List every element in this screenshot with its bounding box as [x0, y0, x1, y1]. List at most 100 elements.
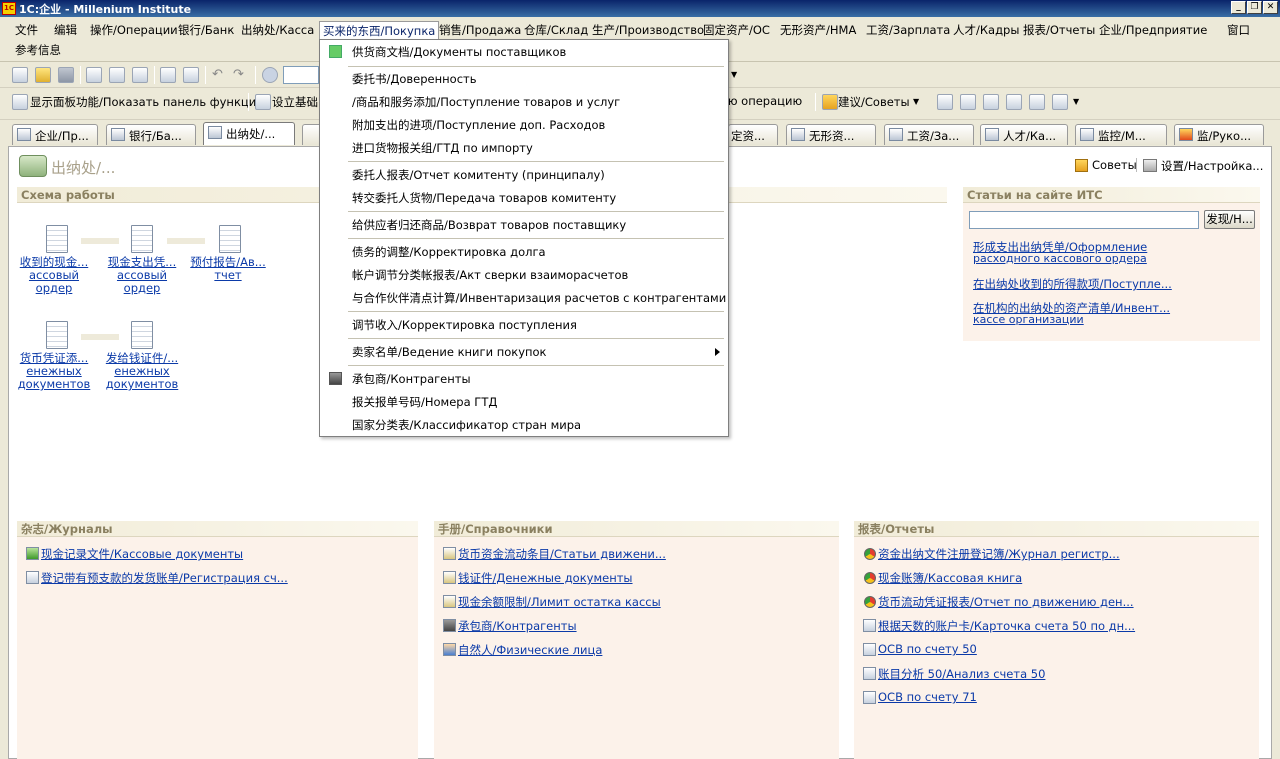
schema-cash-expense[interactable]: 现金支出凭... ассовый ордер	[99, 256, 185, 295]
menu-item-debt-correction[interactable]: 债务的调整/Корректировка долга	[320, 241, 728, 263]
menu-item-gtd-numbers[interactable]: 报关报单号码/Номера ГТД	[320, 391, 728, 413]
setup-button[interactable]: 设立基础	[272, 94, 318, 110]
report-cash-book[interactable]: 现金账簿/Кассовая книга	[878, 570, 1022, 586]
search-icon[interactable]	[262, 67, 278, 83]
menu-item-settlement-inventory[interactable]: 与合作伙伴清点计算/Инвентаризация расчетов с конт…	[320, 287, 728, 309]
tab-fixed-assets[interactable]: 定资...	[728, 124, 778, 145]
menu-window[interactable]: 窗口	[1224, 21, 1253, 39]
menu-purchase[interactable]: 买来的东西/Покупка	[319, 21, 440, 39]
title-bar: 1С 1С:企业 - Millenium Institute _ ❐ ✕	[0, 0, 1280, 17]
open-folder-icon[interactable]	[35, 67, 51, 83]
tab-intangible[interactable]: 无形资...	[786, 124, 876, 145]
cut-icon[interactable]	[86, 67, 102, 83]
minimize-icon[interactable]: _	[1231, 1, 1246, 14]
menu-reports[interactable]: 报表/Отчеты	[1020, 21, 1098, 39]
menu-sales[interactable]: 销售/Продажа	[436, 21, 524, 39]
menu-production[interactable]: 生产/Производство	[589, 21, 707, 39]
menu-item-return-to-supplier[interactable]: 给供应者归还商品/Возврат товаров поставщику	[320, 214, 728, 236]
undo-icon[interactable]: ↶	[212, 67, 228, 83]
menu-item-power-of-attorney[interactable]: 委托书/Доверенность	[320, 68, 728, 90]
restore-icon[interactable]: ❐	[1247, 1, 1262, 14]
schema-advance-report[interactable]: 预付报告/Ав... тчет	[185, 256, 271, 282]
user-settings-icon[interactable]	[1006, 94, 1022, 110]
ref-contractors[interactable]: 承包商/Контрагенты	[458, 618, 577, 634]
exchange-icon[interactable]	[1052, 94, 1068, 110]
advice-icon	[1075, 159, 1088, 172]
report-osv-50[interactable]: ОСВ по счету 50	[878, 642, 977, 656]
report-cash-journal[interactable]: 资金出纳文件注册登记簿/Журнал регистр...	[878, 546, 1120, 562]
menu-item-purchase-book[interactable]: 卖家名单/Ведение книги покупок	[320, 341, 728, 363]
report-account-card[interactable]: 根据天数的账户卡/Карточка счета 50 по дн...	[878, 618, 1135, 634]
chevron-down-icon[interactable]: ▼	[1073, 97, 1079, 106]
tab-enterprise[interactable]: 企业/Пр...	[12, 124, 98, 145]
menu-operations[interactable]: 操作/Операции	[87, 21, 181, 39]
menu-edit[interactable]: 编辑	[51, 21, 80, 39]
schema-money-docs-receipt[interactable]: 货币凭证添... енежных документов	[11, 352, 97, 391]
report-analysis-50[interactable]: 账目分析 50/Анализ счета 50	[878, 666, 1045, 682]
table-icon[interactable]	[937, 94, 953, 110]
bank-icon	[111, 128, 125, 141]
its-find-button[interactable]: 发现/Н...	[1204, 210, 1255, 229]
list-icon[interactable]	[1029, 94, 1045, 110]
ref-money-documents[interactable]: 钱证件/Денежные документы	[458, 570, 633, 586]
menu-item-import-gtd[interactable]: 进口货物报关组/ГТД по импорту	[320, 137, 728, 159]
save-icon[interactable]	[58, 67, 74, 83]
ref-cashflow-items[interactable]: 货币资金流动条目/Статьи движени...	[458, 546, 666, 562]
advice-link[interactable]: Советы	[1092, 158, 1137, 172]
menu-intangible[interactable]: 无形资产/НМА	[777, 21, 859, 39]
users-icon[interactable]	[983, 94, 999, 110]
menu-fixed-assets[interactable]: 固定资产/ОС	[700, 21, 773, 39]
new-document-icon[interactable]	[12, 67, 28, 83]
its-search-input[interactable]	[969, 211, 1199, 229]
menu-item-reconciliation-act[interactable]: 帐户调节分类帐报表/Акт сверки взаиморасчетов	[320, 264, 728, 286]
menu-enterprise[interactable]: 企业/Предприятие	[1096, 21, 1210, 39]
menu-cash[interactable]: 出纳处/Касса	[238, 21, 317, 39]
its-link-2[interactable]: 在出纳处收到的所得款项/Поступле...	[973, 276, 1172, 292]
close-icon[interactable]: ✕	[1263, 1, 1278, 14]
tab-bank[interactable]: 银行/Ба...	[106, 124, 196, 145]
chevron-down-icon[interactable]: ▼	[731, 70, 737, 79]
menu-file[interactable]: 文件	[12, 21, 41, 39]
money-docs-receipt-icon	[46, 321, 68, 349]
its-link-3-sub[interactable]: кассе организации	[973, 313, 1084, 326]
ref-individuals[interactable]: 自然人/Физические лица	[458, 642, 602, 658]
schema-money-docs-issue[interactable]: 发给钱证件/... енежных документов	[99, 352, 185, 391]
menu-item-supplier-documents[interactable]: 供货商文档/Документы поставщиков	[320, 41, 728, 63]
report-osv-71[interactable]: ОСВ по счету 71	[878, 690, 977, 704]
quick-search-input[interactable]	[283, 66, 319, 84]
tab-monitoring[interactable]: 监控/М...	[1075, 124, 1167, 145]
tab-cash[interactable]: 出纳处/...	[203, 122, 295, 145]
menu-item-committent-report[interactable]: 委托人报表/Отчет комитенту (принципалу)	[320, 164, 728, 186]
menu-item-goods-receipt[interactable]: /商品和服务添加/Поступление товаров и услуг	[320, 91, 728, 113]
tab-hr[interactable]: 人才/Ка...	[980, 124, 1068, 145]
report-icon[interactable]	[960, 94, 976, 110]
menu-item-additional-expenses[interactable]: 附加支出的进项/Поступление доп. Расходов	[320, 114, 728, 136]
advice-button[interactable]: 建议/Советы	[838, 94, 910, 110]
paste-icon[interactable]	[132, 67, 148, 83]
show-function-panel-button[interactable]: 显示面板功能/Показать панель функций	[30, 94, 264, 110]
menu-bank[interactable]: 银行/Банк	[175, 21, 237, 39]
menu-warehouse[interactable]: 仓库/Склад	[521, 21, 591, 39]
redo-icon[interactable]: ↷	[233, 67, 249, 83]
copy-icon[interactable]	[109, 67, 125, 83]
menu-item-contractors[interactable]: 承包商/Контрагенты	[320, 368, 728, 390]
schema-cash-receipt[interactable]: 收到的现金... ассовый ордер	[11, 256, 97, 295]
tab-salary[interactable]: 工资/За...	[884, 124, 974, 145]
chevron-down-icon[interactable]: ▼	[913, 97, 919, 106]
print-icon[interactable]	[160, 67, 176, 83]
report-cash-movement[interactable]: 货币流动凭证报表/Отчет по движению ден...	[878, 594, 1134, 610]
menu-hr[interactable]: 人才/Кадры	[950, 21, 1022, 39]
settings-link[interactable]: 设置/Настройка...	[1161, 158, 1263, 174]
ref-cash-limit[interactable]: 现金余额限制/Лимит остатка кассы	[458, 594, 661, 610]
menu-item-transfer-to-committent[interactable]: 转交委托人货物/Передача товаров комитенту	[320, 187, 728, 209]
menu-help[interactable]: 参考信息	[12, 41, 64, 59]
journal-invoice-register[interactable]: 登记带有预支款的发货账单/Регистрация сч...	[41, 570, 288, 586]
print-preview-icon[interactable]	[183, 67, 199, 83]
window-title: 1С:企业 - Millenium Institute	[19, 2, 192, 16]
menu-salary[interactable]: 工资/Зарплата	[863, 21, 953, 39]
journal-cash-documents[interactable]: 现金记录文件/Кассовые документы	[41, 546, 243, 562]
its-link-1-sub[interactable]: расходного кассового ордера	[973, 252, 1147, 265]
menu-item-receipt-correction[interactable]: 调节收入/Корректировка поступления	[320, 314, 728, 336]
menu-item-country-classifier[interactable]: 国家分类表/Классификатор стран мира	[320, 414, 728, 436]
tab-management[interactable]: 监/Руко...	[1174, 124, 1264, 145]
